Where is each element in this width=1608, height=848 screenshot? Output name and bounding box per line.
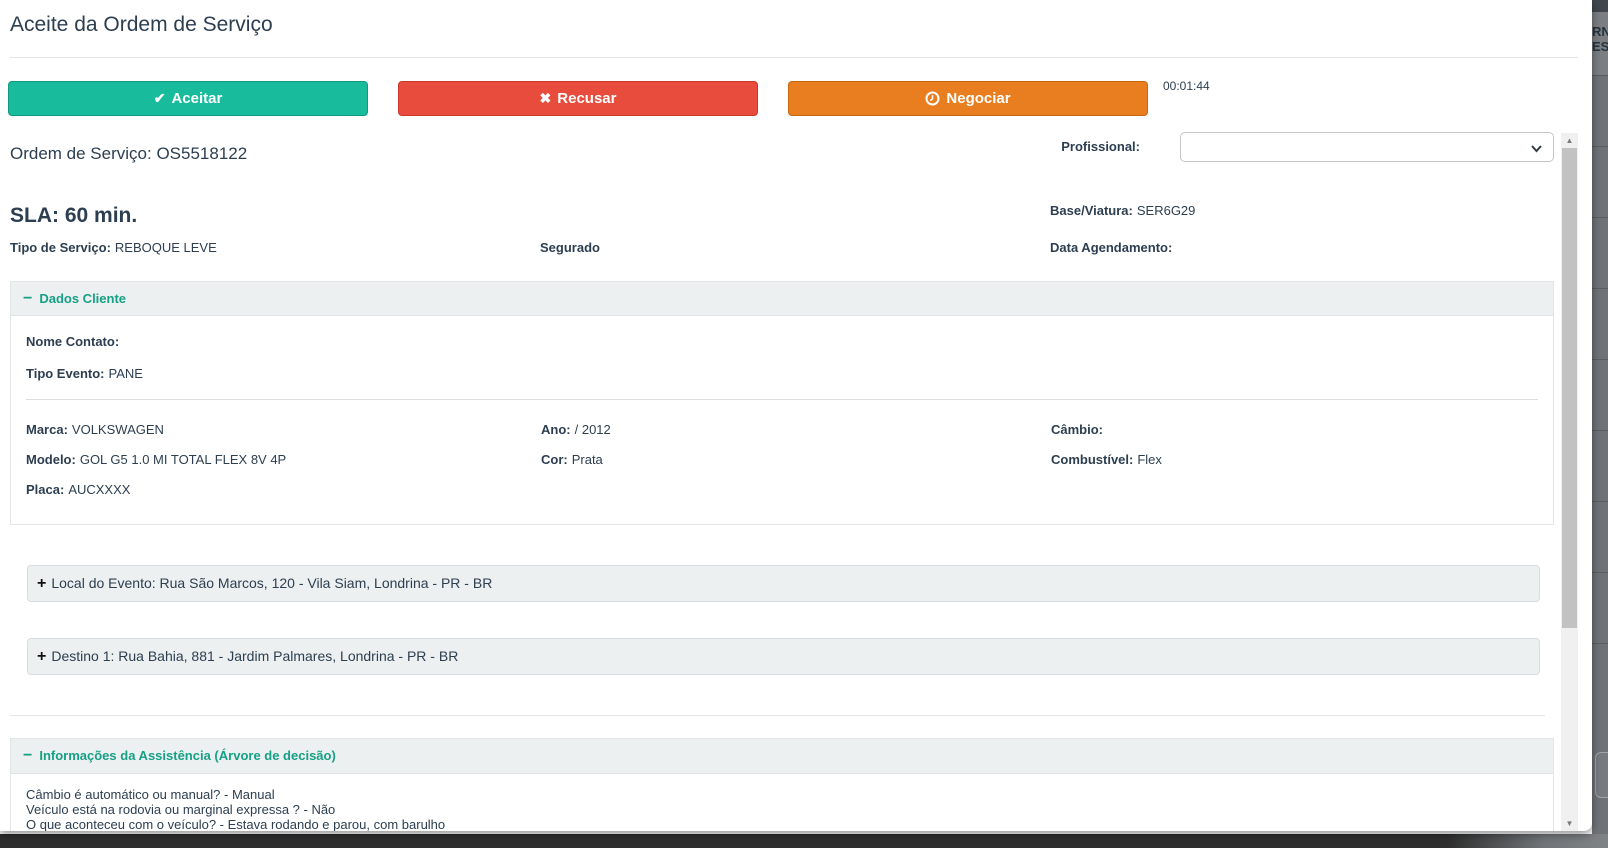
refuse-button[interactable]: ✖ Recusar [398, 81, 758, 116]
accept-button[interactable]: ✔ Aceitar [8, 81, 368, 116]
clock-icon [925, 91, 940, 106]
title-divider [10, 57, 1578, 58]
model-field: Modelo: GOL G5 1.0 MI TOTAL FLEX 8V 4P [26, 452, 287, 467]
scrollbar-down-arrow[interactable]: ▼ [1561, 816, 1578, 831]
backdrop-row-divider [1592, 430, 1608, 431]
assistance-info-panel: − Informações da Assistência (Árvore de d… [10, 738, 1554, 831]
year-field: Ano:/ 2012 [541, 422, 611, 437]
sla-text: SLA: 60 min. [10, 204, 138, 227]
event-type-field: Tipo Evento: PANE [26, 366, 143, 381]
decision-tree-line: Veículo está na rodovia ou marginal expr… [26, 802, 336, 817]
order-number: Ordem de Serviço: OS5518122 [10, 144, 248, 163]
insured-label: Segurado [540, 240, 600, 255]
plate-field: Placa: AUCXXXX [26, 482, 131, 497]
backdrop-row-divider [1592, 217, 1608, 218]
service-order-accept-modal: Aceite da Ordem de Serviço ✔ Aceitar ✖ Rec… [0, 0, 1592, 831]
service-type-field: Tipo de Serviço: REBOQUE LEVE [10, 240, 217, 255]
scrollbar-up-arrow[interactable]: ▲ [1561, 133, 1578, 148]
window-bottom-bar [0, 834, 1608, 848]
negotiate-button[interactable]: Negociar [788, 81, 1148, 116]
client-panel-divider [26, 399, 1538, 400]
backdrop-row-divider [1592, 501, 1608, 502]
brand-field: Marca: VOLKSWAGEN [26, 422, 164, 437]
client-data-panel: − Dados Cliente Nome Contato: Tipo Evento… [10, 281, 1554, 525]
client-data-panel-header[interactable]: − Dados Cliente [11, 282, 1553, 316]
professional-label: Profissional: [1061, 139, 1140, 154]
backdrop-row-divider [1592, 288, 1608, 289]
fuel-field: Combustível: Flex [1051, 452, 1162, 467]
backdrop-topbar [1592, 0, 1608, 12]
assistance-panel-title: Informações da Assistência (Árvore de de… [39, 748, 336, 763]
backdrop-page-strip: RNES. [1592, 0, 1608, 848]
client-data-panel-title: Dados Cliente [39, 291, 127, 306]
gearbox-field: Câmbio: [1051, 422, 1103, 437]
color-field: Cor: Prata [541, 452, 603, 467]
destination-bar[interactable]: + Destino 1: Rua Bahia, 881 - Jardim Palm… [27, 638, 1540, 675]
refuse-button-label: Recusar [557, 90, 617, 107]
expand-plus-icon: + [37, 648, 47, 665]
contact-name-field: Nome Contato: [26, 334, 120, 349]
page-title: Aceite da Ordem de Serviço [10, 13, 273, 36]
schedule-date-field: Data Agendamento: [1050, 240, 1173, 255]
destination-text: Destino 1: Rua Bahia, 881 - Jardim Palma… [51, 648, 459, 664]
backdrop-row-divider [1592, 572, 1608, 573]
backdrop-cropped-text: RNES. [1592, 24, 1608, 54]
section-divider [10, 715, 1545, 716]
scrollbar-thumb[interactable] [1562, 148, 1577, 628]
base-vehicle-field: Base/Viatura: SER6G29 [1050, 203, 1196, 218]
vertical-scrollbar[interactable]: ▲ ▼ [1561, 133, 1578, 831]
event-location-text: Local do Evento: Rua São Marcos, 120 - V… [51, 575, 493, 591]
backdrop-row-divider [1592, 146, 1608, 147]
backdrop-cropped-button [1595, 752, 1608, 798]
decision-tree-line: O que aconteceu com o veículo? - Estava … [26, 817, 446, 831]
backdrop-row-divider [1592, 643, 1608, 644]
backdrop-row-divider [1592, 359, 1608, 360]
check-icon: ✔ [153, 90, 166, 106]
decision-tree-line: Câmbio é automático ou manual? - Manual [26, 787, 275, 802]
assistance-panel-header[interactable]: − Informações da Assistência (Árvore de d… [11, 739, 1553, 774]
backdrop-row-divider [1592, 75, 1608, 76]
professional-select[interactable] [1180, 132, 1554, 162]
collapse-minus-icon: − [23, 747, 33, 764]
x-icon: ✖ [539, 90, 552, 106]
accept-button-label: Aceitar [171, 90, 223, 107]
negotiate-button-label: Negociar [946, 90, 1011, 107]
countdown-timer: 00:01:44 [1163, 79, 1210, 93]
collapse-minus-icon: − [23, 290, 33, 307]
expand-plus-icon: + [37, 575, 47, 592]
event-location-bar[interactable]: + Local do Evento: Rua São Marcos, 120 - … [27, 565, 1540, 602]
chevron-down-icon [1531, 145, 1542, 153]
